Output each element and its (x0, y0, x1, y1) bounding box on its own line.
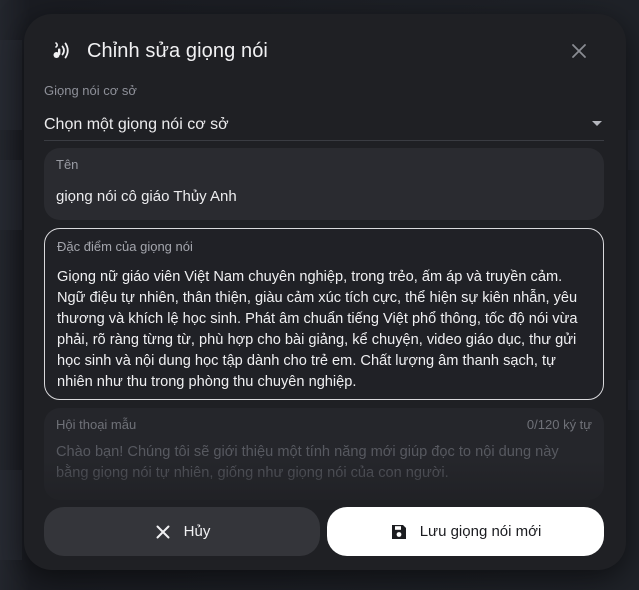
backdrop-panel (628, 130, 639, 170)
name-field[interactable]: Tên giọng nói cô giáo Thủy Anh (44, 148, 604, 220)
chevron-down-icon (592, 121, 602, 126)
backdrop-panel (0, 160, 22, 230)
voice-description-textarea[interactable]: Đặc điểm của giọng nói Giọng nữ giáo viê… (44, 228, 604, 400)
dialog-header: Chỉnh sửa giọng nói (48, 36, 602, 66)
name-field-value: giọng nói cô giáo Thủy Anh (56, 188, 237, 205)
edit-voice-dialog: Chỉnh sửa giọng nói Giọng nói cơ sở Chọn… (24, 14, 626, 570)
save-button-label: Lưu giọng nói mới (419, 523, 542, 540)
voice-description-label: Đặc điểm của giọng nói (57, 239, 193, 254)
name-field-label: Tên (56, 157, 79, 172)
close-icon (154, 523, 172, 541)
cancel-button[interactable]: Hủy (44, 507, 320, 556)
base-voice-label: Giọng nói cơ sở (44, 83, 137, 98)
backdrop-panel (628, 380, 639, 410)
base-voice-value: Chọn một giọng nói cơ sở (44, 116, 229, 133)
cancel-button-label: Hủy (183, 523, 211, 540)
character-counter: 0/120 ký tự (526, 417, 592, 432)
base-voice-select[interactable]: Chọn một giọng nói cơ sở (44, 110, 604, 141)
backdrop-panel (0, 470, 22, 560)
sample-dialog-label: Hội thoại mẫu (56, 417, 137, 432)
dialog-title: Chỉnh sửa giọng nói (87, 39, 268, 62)
save-icon (390, 523, 408, 541)
voice-wave-icon (48, 39, 72, 63)
close-icon[interactable] (568, 40, 590, 62)
save-new-voice-button[interactable]: Lưu giọng nói mới (327, 507, 604, 556)
voice-description-value: Giọng nữ giáo viên Việt Nam chuyên nghiệ… (57, 269, 578, 390)
backdrop-panel (0, 40, 22, 130)
sample-dialog-textarea[interactable]: Hội thoại mẫu 0/120 ký tự Chào bạn! Chún… (44, 408, 604, 500)
scroll-fade (44, 460, 604, 500)
